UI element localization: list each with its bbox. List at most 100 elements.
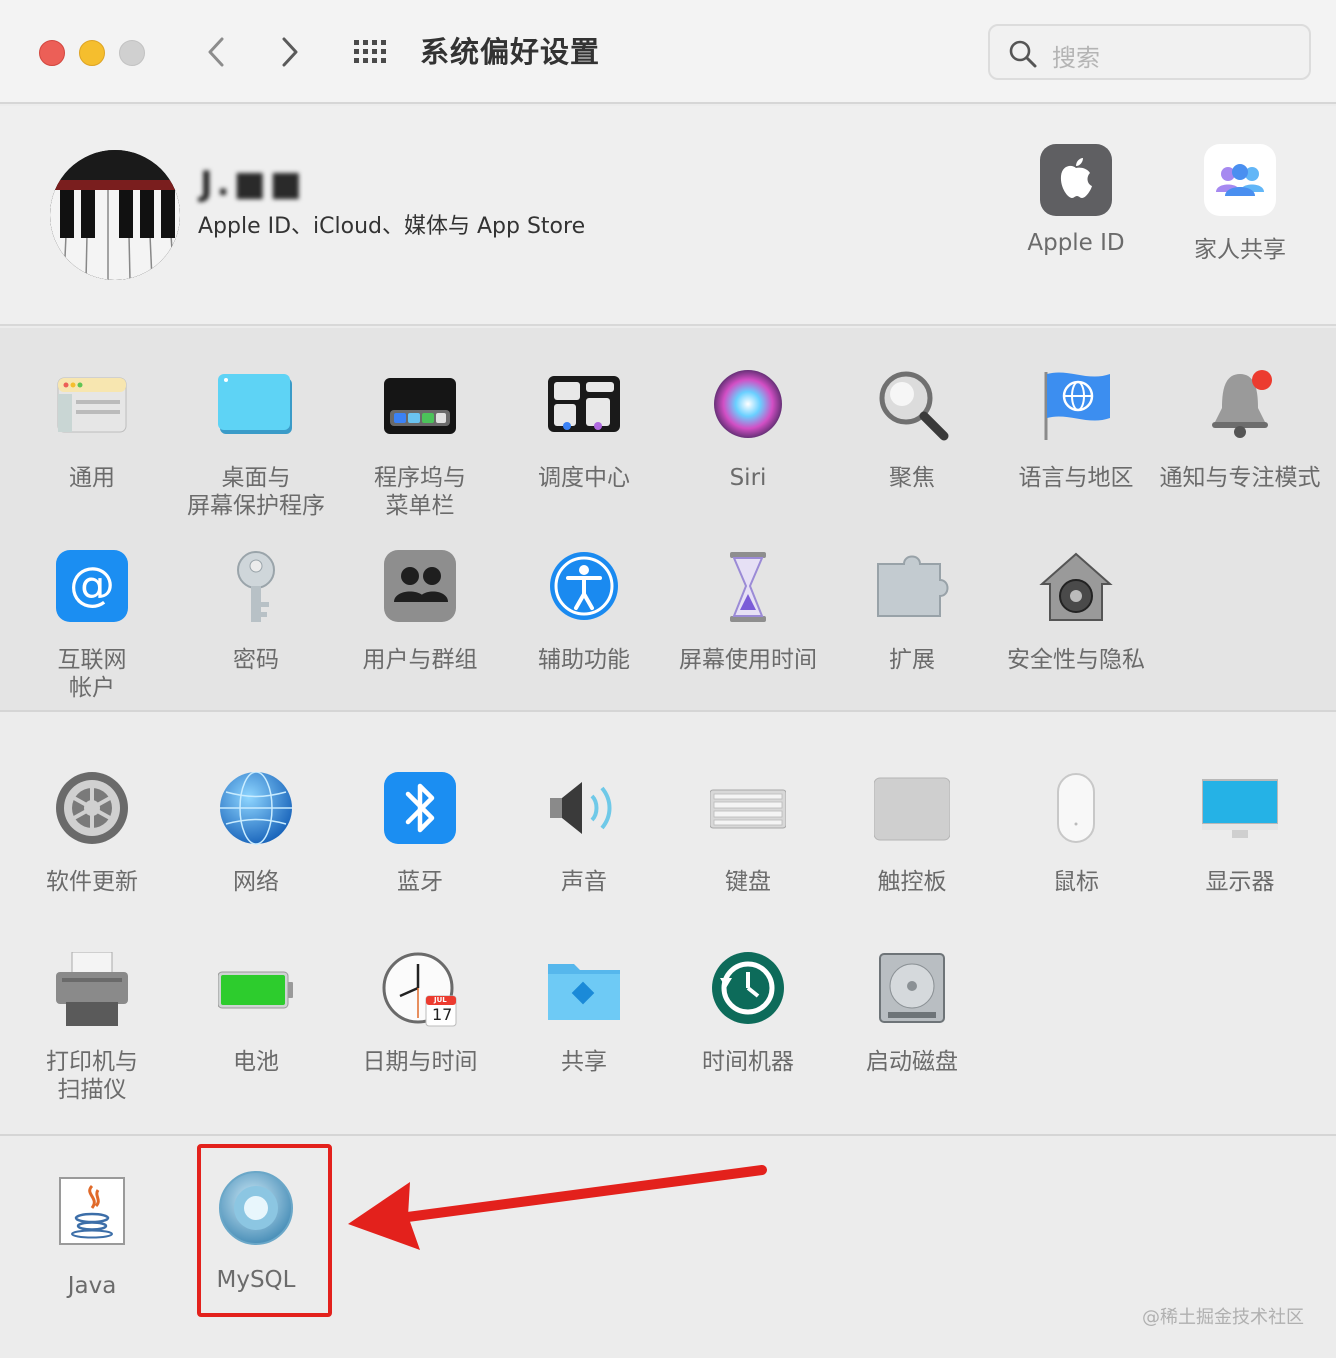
network-label: 网络 [233,869,279,895]
piano-keys-icon [50,150,180,280]
pane-siri[interactable]: Siri [666,368,830,528]
displays-label: 显示器 [1205,869,1275,895]
family-sharing-icon [1204,144,1276,216]
apple-id-icon [1040,144,1112,216]
family-sharing-pane[interactable]: 家人共享 [1160,144,1320,284]
security-privacy-icon [1039,552,1113,621]
pane-printers-scanners[interactable]: 打印机与 扫描仪 [10,952,174,1112]
general-icon [57,377,127,433]
pane-passwords[interactable]: 密码 [174,550,338,710]
pane-date-time[interactable]: 日期与时间 JUL 17 [338,952,502,1112]
dock-menubar-icon [384,378,456,434]
sound-label: 声音 [561,869,607,895]
grid-icon [354,40,386,63]
system-preferences-window: 系统偏好设置 搜索 J.■■ Apple ID、iCloud、媒体与 App S… [0,0,1336,1358]
general-label: 通用 [69,465,115,491]
battery-label: 电池 [233,1049,279,1075]
family-sharing-label: 家人共享 [1194,237,1286,263]
pane-users-groups[interactable]: 用户与群组 [338,550,502,710]
pane-screen-time[interactable]: 屏幕使用时间 [666,550,830,710]
forward-button[interactable] [270,30,310,74]
pane-software-update[interactable]: 软件更新 [10,772,174,932]
language-region-icon [1044,372,1110,440]
time-machine-icon [712,952,784,1024]
pane-network[interactable]: 网络 [174,772,338,932]
pane-dock-menubar[interactable]: 程序坞与 菜单栏 [338,368,502,528]
startup-disk-icon [879,953,945,1023]
pane-battery[interactable]: 电池 [174,952,338,1112]
mouse-label: 鼠标 [1053,869,1099,895]
software-update-icon [56,772,128,844]
chevron-right-icon [282,37,298,67]
chevron-left-icon [208,37,224,67]
mysql-highlight-box [197,1144,332,1317]
pane-desktop-screensaver[interactable]: 桌面与 屏幕保护程序 [174,368,338,528]
security-privacy-label: 安全性与隐私 [1007,647,1145,673]
pane-general[interactable]: 通用 [10,368,174,528]
user-avatar[interactable] [50,150,180,280]
svg-text:@: @ [69,557,115,611]
notifications-icon [1212,370,1272,438]
minimize-window-button[interactable] [79,40,105,66]
pane-notifications[interactable]: 通知与专注模式 [1158,368,1322,528]
pane-accessibility[interactable]: 辅助功能 [502,550,666,710]
pane-mission-control[interactable]: 调度中心 [502,368,666,528]
apple-id-label: Apple ID [1027,230,1125,256]
pane-extensions[interactable]: 扩展 [830,550,994,710]
sharing-icon [548,964,620,1020]
notifications-label: 通知与专注模式 [1159,465,1321,491]
sharing-label: 共享 [561,1049,607,1075]
window-title: 系统偏好设置 [420,35,601,69]
bluetooth-icon [384,772,456,844]
keyboard-label: 键盘 [725,869,771,895]
show-all-button[interactable] [350,34,394,70]
spotlight-icon [879,371,949,441]
apple-id-pane[interactable]: Apple ID [996,144,1156,284]
software-update-label: 软件更新 [46,869,138,895]
users-groups-icon [384,550,456,622]
pane-time-machine[interactable]: 时间机器 [666,952,830,1112]
search-field[interactable]: 搜索 [988,24,1311,80]
language-region-label: 语言与地区 [1018,465,1134,491]
zoom-window-button[interactable] [119,40,145,66]
siri-label: Siri [729,465,767,491]
pane-displays[interactable]: 显示器 [1158,772,1322,932]
keyboard-icon [710,789,786,829]
users-groups-label: 用户与群组 [362,647,478,673]
extensions-label: 扩展 [889,647,935,673]
printers-scanners-label: 打印机与 扫描仪 [46,1049,138,1103]
java-icon [59,1177,125,1245]
pane-internet-accounts[interactable]: @ 互联网 帐户 [10,550,174,710]
section-hardware: 软件更新 网络 蓝牙 声音 键盘 触控板 鼠标 显示器 打印机与 扫描仪 电池 … [0,714,1336,1136]
title-bar: 系统偏好设置 搜索 [0,0,1336,104]
pane-sound[interactable]: 声音 [502,772,666,932]
pane-bluetooth[interactable]: 蓝牙 [338,772,502,932]
pane-startup-disk[interactable]: 启动磁盘 [830,952,994,1112]
spotlight-label: 聚焦 [889,465,935,491]
pane-sharing[interactable]: 共享 [502,952,666,1112]
siri-icon [714,370,782,438]
trackpad-label: 触控板 [877,869,947,895]
sound-icon [550,782,612,834]
date-time-label: 日期与时间 [362,1049,478,1075]
pane-security-privacy[interactable]: 安全性与隐私 [994,550,1158,710]
close-window-button[interactable] [39,40,65,66]
pane-java[interactable]: Java [10,1176,174,1336]
displays-icon [1202,779,1278,838]
battery-icon [218,971,293,1009]
time-machine-label: 时间机器 [702,1049,794,1075]
dock-menubar-label: 程序坞与 菜单栏 [374,465,466,519]
java-label: Java [67,1273,117,1299]
mission-control-icon [548,376,620,432]
calendar-month: JUL [434,996,447,1004]
pane-trackpad[interactable]: 触控板 [830,772,994,932]
bluetooth-label: 蓝牙 [397,869,443,895]
pane-keyboard[interactable]: 键盘 [666,772,830,932]
pane-spotlight[interactable]: 聚焦 [830,368,994,528]
account-subtitle[interactable]: Apple ID、iCloud、媒体与 App Store [198,208,585,240]
pane-language-region[interactable]: 语言与地区 [994,368,1158,528]
startup-disk-label: 启动磁盘 [866,1049,958,1075]
pane-mouse[interactable]: 鼠标 [994,772,1158,932]
screen-time-icon [730,552,766,622]
back-button[interactable] [196,30,236,74]
